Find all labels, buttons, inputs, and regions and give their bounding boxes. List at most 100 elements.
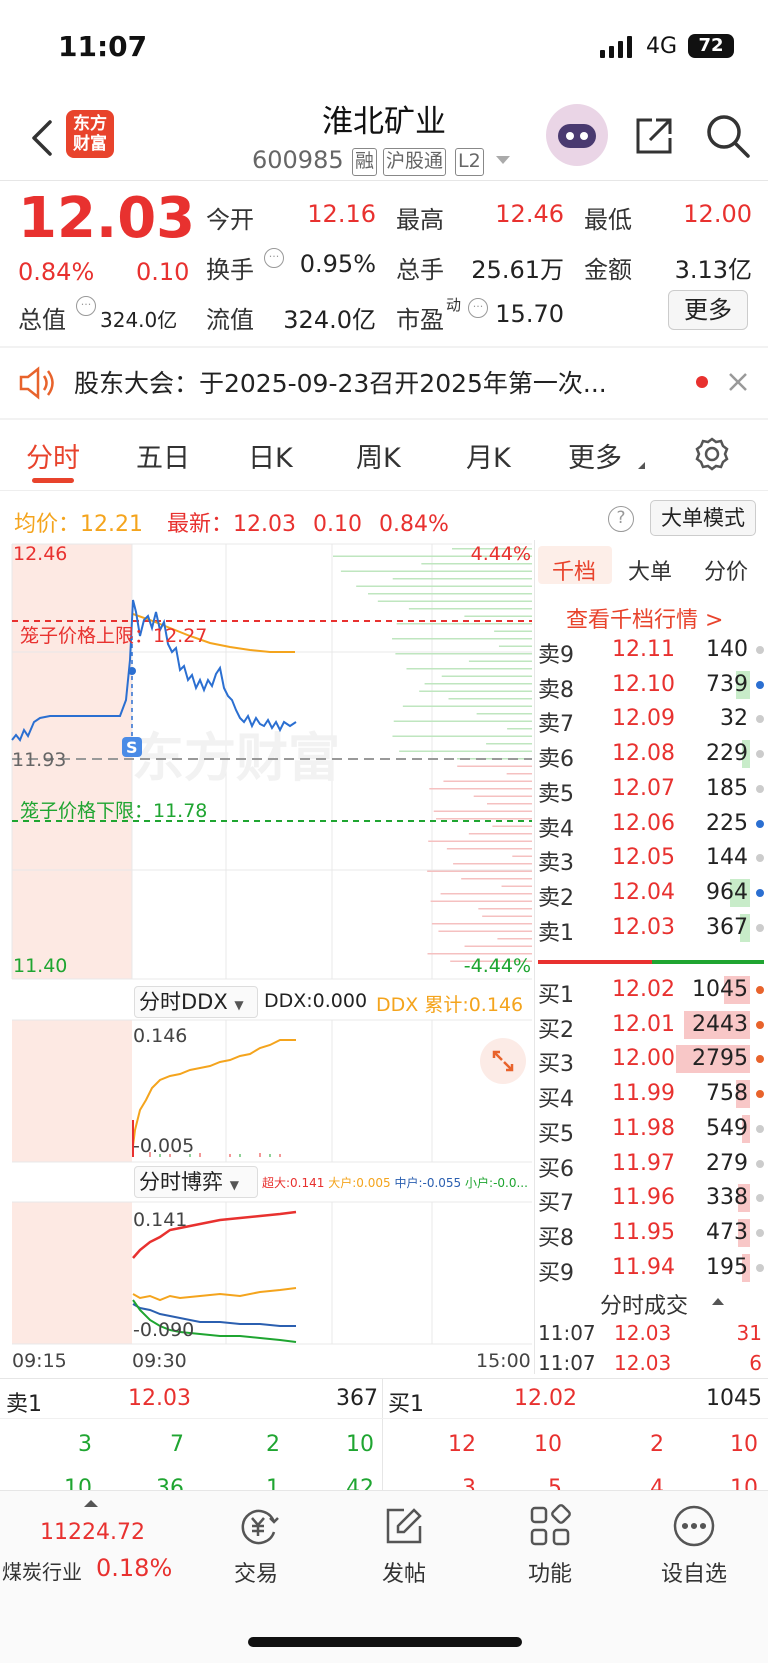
bid-row[interactable]: 买2 12.01 2443 (538, 1009, 764, 1043)
trade-volume: 6 (749, 1351, 762, 1375)
ask-row[interactable]: 卖4 12.06 225 (538, 808, 764, 842)
info-line: 均价：12.21 最新：12.03 0.10 0.84% (14, 512, 449, 537)
view-depth-link[interactable]: 查看千档行情 > (566, 602, 723, 634)
trade-price: 12.03 (614, 1321, 672, 1345)
intraday-chart[interactable]: 东方财富 S 12.46 11.40 11.93 4.44% -4.44% 笼子… (0, 540, 535, 1350)
bid-row[interactable]: 买8 11.95 473 (538, 1217, 764, 1251)
game-selector[interactable]: 分时博弈 ▼ (134, 1166, 258, 1198)
order-dot (756, 715, 764, 724)
nav-trade[interactable]: 交易 (196, 1556, 316, 1588)
ask-row[interactable]: 卖5 12.07 185 (538, 773, 764, 807)
order-dot (756, 1055, 764, 1064)
trade-price: 12.03 (614, 1351, 672, 1375)
ask-row[interactable]: 卖3 12.05 144 (538, 842, 764, 876)
bid-row[interactable]: 买5 11.98 549 (538, 1113, 764, 1147)
bid-row[interactable]: 买7 11.96 338 (538, 1182, 764, 1216)
bid-row[interactable]: 买6 11.97 279 (538, 1148, 764, 1182)
orderbook-tab-depth[interactable]: 千档 (552, 554, 596, 586)
network-type: 4G (646, 34, 678, 59)
depth-histogram-bar (494, 630, 532, 632)
tab-daily-k[interactable]: 日K (248, 436, 293, 475)
market-cap-value: 324.0亿 (100, 308, 178, 332)
ask-price: 12.04 (612, 879, 675, 905)
nav-add-watchlist[interactable]: 设自选 (634, 1556, 754, 1588)
battery-icon: 72 (688, 34, 734, 58)
depth-histogram-bar (498, 645, 532, 647)
tab-five-day[interactable]: 五日 (136, 436, 190, 475)
tab-more[interactable]: 更多 (568, 436, 622, 475)
ask-volume: 144 (706, 845, 748, 871)
industry-index-name[interactable]: 煤炭行业 (2, 1556, 82, 1585)
notice-text[interactable]: 股东大会：于2025-09-23召开2025年第一次... (74, 364, 607, 400)
ask-row[interactable]: 卖9 12.11 140 (538, 634, 764, 668)
bid-volume: 2443 (692, 1011, 748, 1037)
volume-label: 总手 (396, 256, 444, 284)
trades-header[interactable]: 分时成交 (600, 1288, 688, 1320)
ask-row[interactable]: 卖1 12.03 367 (538, 912, 764, 946)
bid-label: 买7 (538, 1191, 574, 1217)
industry-index-pct[interactable]: 0.18% (96, 1554, 172, 1582)
depth-histogram-bar (431, 923, 532, 925)
more-button[interactable]: 更多 (668, 290, 748, 330)
nav-post[interactable]: 发帖 (344, 1556, 464, 1588)
volume-value: 25.61万 (471, 256, 564, 284)
dropdown-arrow-icon[interactable] (496, 156, 510, 164)
depth-histogram-bar (408, 608, 532, 610)
search-icon[interactable] (704, 112, 752, 160)
detail-cell: 10 (534, 1432, 562, 1457)
high-label: 最高 (396, 206, 444, 234)
detail-cell: 10 (730, 1432, 758, 1457)
depth-histogram-bar (340, 570, 532, 572)
ask-row[interactable]: 卖2 12.04 964 (538, 877, 764, 911)
clock: 11:07 (58, 30, 148, 63)
nav-function[interactable]: 功能 (490, 1556, 610, 1588)
bid-volume: 549 (706, 1115, 748, 1141)
bid-row[interactable]: 买1 12.02 1045 (538, 974, 764, 1008)
low-label: 最低 (584, 206, 632, 234)
order-dot (756, 986, 764, 994)
detail-bid-volume: 1045 (706, 1386, 762, 1411)
ddx-selector[interactable]: 分时DDX ▼ (134, 986, 258, 1018)
info-icon[interactable]: ··· (468, 298, 488, 318)
stock-code: 600985 (252, 146, 344, 174)
ask-row[interactable]: 卖7 12.09 32 (538, 703, 764, 737)
share-icon[interactable] (632, 114, 676, 158)
depth-histogram-bar (464, 945, 532, 947)
depth-histogram-bar (443, 780, 532, 782)
ask-label: 卖6 (538, 747, 574, 773)
tab-weekly-k[interactable]: 周K (356, 436, 401, 475)
function-icon[interactable] (528, 1504, 572, 1548)
help-icon[interactable]: ? (608, 506, 634, 532)
orderbook-tab-large[interactable]: 大单 (628, 554, 672, 586)
ask-label: 卖5 (538, 781, 574, 807)
bid-row[interactable]: 买4 11.99 758 (538, 1078, 764, 1112)
big-order-mode-button[interactable]: 大单模式 (650, 500, 756, 536)
industry-index-value[interactable]: 11224.72 (40, 1520, 145, 1545)
ask-price: 12.03 (612, 914, 675, 940)
info-icon[interactable]: ··· (264, 248, 284, 268)
order-dot (756, 784, 764, 793)
bid-row[interactable]: 买9 11.94 195 (538, 1252, 764, 1286)
more-icon[interactable] (672, 1504, 716, 1548)
ddx-y-top: 0.146 (133, 1025, 187, 1047)
depth-histogram-bar (482, 915, 532, 917)
ask-row[interactable]: 卖8 12.10 739 (538, 669, 764, 703)
tab-intraday[interactable]: 分时 (26, 436, 80, 475)
orderbook-tab-price[interactable]: 分价 (704, 554, 748, 586)
trade-icon[interactable] (236, 1504, 280, 1548)
info-icon[interactable]: ··· (76, 296, 96, 316)
turnover-value: 0.95% (299, 250, 376, 278)
close-icon[interactable] (728, 372, 748, 392)
ask-row[interactable]: 卖6 12.08 229 (538, 738, 764, 772)
bid-label: 买1 (538, 983, 574, 1008)
bid-price: 12.00 (612, 1046, 675, 1072)
tab-monthly-k[interactable]: 月K (466, 436, 511, 475)
gear-icon[interactable] (694, 436, 730, 472)
detail-cell: 3 (78, 1432, 92, 1457)
post-icon[interactable] (382, 1504, 426, 1548)
y-axis-prev-close: 11.93 (12, 749, 66, 771)
lower-limit-label: 笼子价格下限：11.78 (20, 800, 207, 822)
ai-assistant-icon[interactable] (546, 104, 608, 166)
bid-row[interactable]: 买3 12.00 2795 (538, 1043, 764, 1077)
expand-icon[interactable] (480, 1038, 526, 1084)
